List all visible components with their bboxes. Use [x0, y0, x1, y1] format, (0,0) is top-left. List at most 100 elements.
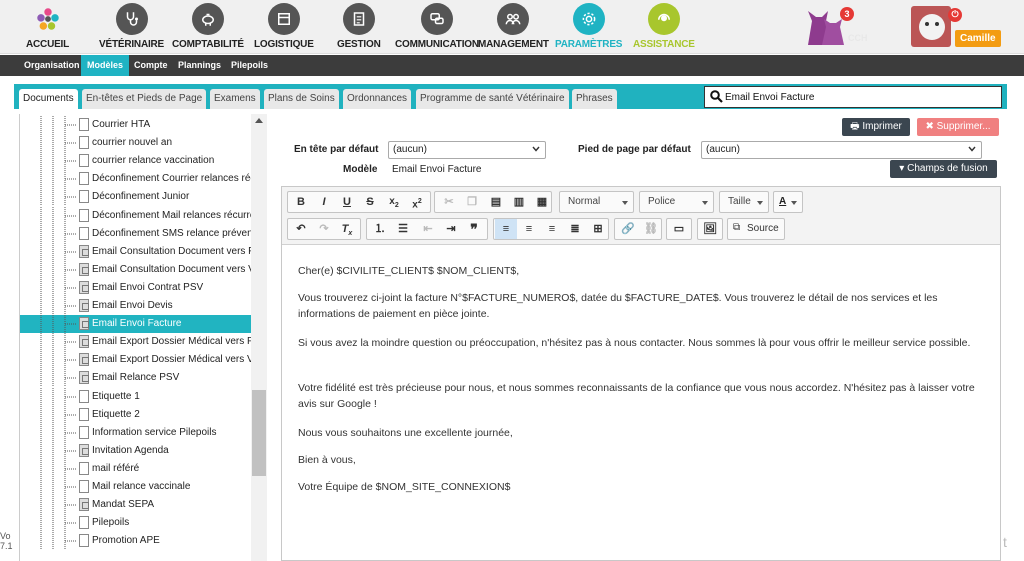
tree-item-label: Email Export Dossier Médical vers P [92, 336, 252, 348]
tree-item[interactable]: Email Envoi Contrat PSV [20, 278, 252, 297]
tree-item[interactable]: Promotion APE [20, 532, 252, 551]
submenu-modeles[interactable]: Modèles [81, 55, 130, 76]
copy-icon[interactable]: ❐ [461, 192, 483, 212]
header-select[interactable]: (aucun) [388, 141, 546, 159]
nav-parametres[interactable]: PARAMÈTRES [555, 3, 622, 50]
tree-item[interactable]: Email Envoi Devis [20, 297, 252, 315]
font-select[interactable]: Police [639, 191, 714, 213]
bold-button[interactable]: B [290, 192, 312, 212]
print-label: Imprimer [862, 121, 902, 132]
remove-format-icon[interactable]: Tx [336, 219, 358, 239]
submenu-organisation[interactable]: Organisation [18, 55, 86, 76]
tree-item[interactable]: Etiquette 1 [20, 387, 252, 406]
submenu-plannings[interactable]: Plannings [172, 55, 227, 76]
subscript-button[interactable]: x2 [383, 192, 405, 212]
align-left-icon[interactable]: ≡ [495, 219, 517, 239]
footer-select[interactable]: (aucun) [701, 141, 982, 159]
tab-examens[interactable]: Examens [210, 89, 260, 109]
link-icon[interactable]: 🔗 [617, 219, 639, 239]
tree-item[interactable]: Email Relance PSV [20, 369, 252, 388]
clinic-switcher[interactable]: 3 CCH [800, 5, 876, 49]
horizontal-rule-icon[interactable]: ▭ [668, 219, 690, 239]
user-name[interactable]: Camille [955, 30, 1001, 47]
tab-entetes-pieds[interactable]: En-têtes et Pieds de Page [82, 89, 207, 109]
tree-item-label: Email Export Dossier Médical vers V [92, 354, 252, 366]
tree-item[interactable]: Email Export Dossier Médical vers P [20, 333, 252, 352]
redo-icon[interactable]: ↷ [313, 219, 335, 239]
tree-item[interactable]: Mail relance vaccinale [20, 478, 252, 496]
nav-logistique[interactable]: LOGISTIQUE [254, 3, 314, 50]
strikethrough-button[interactable]: S [359, 192, 381, 212]
tree-item-label: Information service Pilepoils [92, 426, 217, 438]
nav-accueil[interactable]: ACCUEIL [26, 3, 69, 50]
nav-label: COMPTABILITÉ [172, 39, 244, 50]
submenu-compte[interactable]: Compte [128, 55, 174, 76]
bullet-list-icon[interactable]: ☰ [392, 219, 414, 239]
nav-veterinaire[interactable]: VÉTÉRINAIRE [99, 3, 164, 50]
undo-icon[interactable]: ↶ [290, 219, 312, 239]
indent-icon[interactable]: ⇥ [440, 219, 462, 239]
basic-format-group: B I U S x2 x2 [287, 191, 431, 213]
nav-management[interactable]: MANAGEMENT [478, 3, 549, 50]
nav-assistance[interactable]: ASSISTANCE [633, 3, 695, 50]
italic-button[interactable]: I [313, 192, 335, 212]
email-document-icon [79, 371, 89, 385]
tab-plans-soins[interactable]: Plans de Soins [264, 89, 339, 109]
tab-ordonnances[interactable]: Ordonnances [343, 89, 412, 109]
tree-item[interactable]: Courrier HTA [20, 116, 252, 134]
size-select[interactable]: Taille [719, 191, 769, 213]
power-icon[interactable]: ⏻ [948, 8, 962, 22]
nav-comptabilite[interactable]: COMPTABILITÉ [172, 3, 244, 50]
print-button[interactable]: 🖶 Imprimer [842, 118, 910, 136]
underline-button[interactable]: U [336, 192, 358, 212]
nav-gestion[interactable]: GESTION [337, 3, 381, 50]
superscript-button[interactable]: x2 [406, 192, 428, 212]
tree-item[interactable]: Déconfinement SMS relance préven [20, 224, 252, 243]
format-select[interactable]: Normal [559, 191, 634, 213]
tree-item[interactable]: Mandat SEPA [20, 496, 252, 515]
tab-documents[interactable]: Documents [19, 89, 78, 109]
paste-icon[interactable]: ▤ [485, 192, 507, 212]
cut-icon[interactable]: ✂ [438, 192, 460, 212]
align-justify-icon[interactable]: ≣ [564, 219, 586, 239]
tree-scrollbar[interactable] [251, 114, 267, 561]
align-center-icon[interactable]: ≡ [518, 219, 540, 239]
tree-item[interactable]: courrier nouvel an [20, 134, 252, 153]
outdent-icon[interactable]: ⇤ [417, 219, 439, 239]
tree-item[interactable]: Email Envoi Facture [20, 315, 252, 334]
email-document-icon [79, 244, 89, 258]
tree-item[interactable]: Email Consultation Document vers F [20, 242, 252, 261]
numbered-list-icon[interactable]: ⒈ [369, 219, 391, 239]
scroll-up-arrow-icon[interactable] [255, 118, 263, 123]
tree-item[interactable]: Déconfinement Junior [20, 188, 252, 207]
tab-programme-sante[interactable]: Programme de santé Vétérinaire [416, 89, 569, 109]
submenu-pilepoils[interactable]: Pilepoils [225, 55, 274, 76]
table-icon[interactable]: ⊞ [587, 219, 609, 239]
nav-communication[interactable]: COMMUNICATION [395, 3, 479, 50]
tree-item[interactable]: mail référé [20, 459, 252, 478]
tree-item[interactable]: Email Export Dossier Médical vers V [20, 351, 252, 370]
delete-button[interactable]: ✖ Supprimer... [917, 118, 999, 136]
tree-item[interactable]: Déconfinement Courrier relances réc [20, 170, 252, 189]
tree-item[interactable]: Invitation Agenda [20, 441, 252, 460]
user-menu[interactable]: ⏻ Camille [910, 5, 1002, 49]
paste-text-icon[interactable]: ▥ [508, 192, 530, 212]
text-color-button[interactable]: A [773, 191, 803, 213]
scroll-thumb[interactable] [252, 390, 266, 476]
tree-item[interactable]: Email Consultation Document vers V [20, 260, 252, 279]
tree-item[interactable]: Etiquette 2 [20, 405, 252, 424]
paste-word-icon[interactable]: ▦ [531, 192, 553, 212]
tree-item[interactable]: Information service Pilepoils [20, 423, 252, 442]
search-input[interactable] [725, 89, 995, 105]
merge-fields-button[interactable]: ▾ Champs de fusion [890, 160, 997, 178]
align-right-icon[interactable]: ≡ [541, 219, 563, 239]
image-icon[interactable]: 🖼 [699, 219, 721, 239]
alignment-group: ≡ ≡ ≡ ≣ ⊞ [493, 218, 609, 240]
tree-item[interactable]: Pilepoils [20, 514, 252, 533]
tree-item[interactable]: courrier relance vaccination [20, 152, 252, 171]
tree-item[interactable]: Déconfinement Mail relances récurre [20, 206, 252, 225]
source-button[interactable]: ⧉ Source [727, 218, 785, 240]
tab-phrases[interactable]: Phrases [572, 89, 617, 109]
blockquote-icon[interactable]: ❞ [463, 219, 485, 239]
unlink-icon[interactable]: ⛓ [640, 219, 662, 239]
